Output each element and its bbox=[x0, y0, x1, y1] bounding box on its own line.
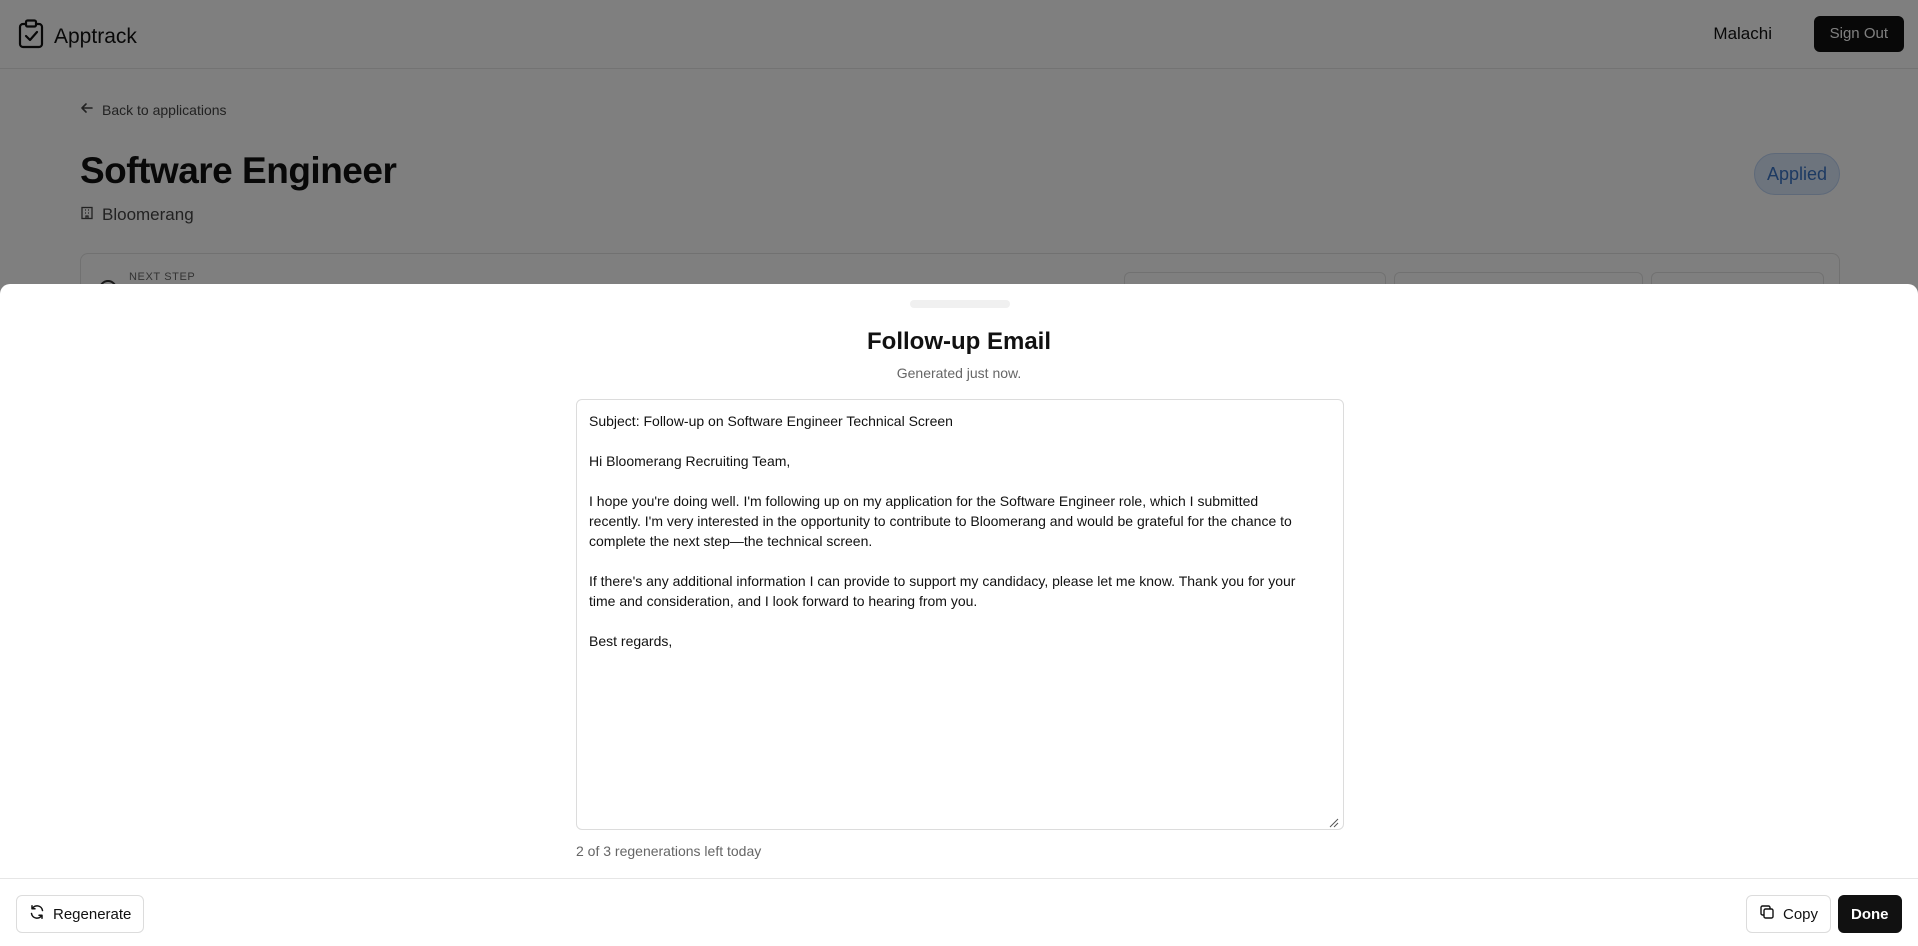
email-paragraph-2-line-1: If there's any additional information I … bbox=[589, 573, 1296, 589]
copy-label: Copy bbox=[1783, 905, 1819, 923]
follow-up-email-sheet: Follow-up Email Generated just now. Subj… bbox=[0, 284, 1918, 946]
email-paragraph-1-line-2: recently. I'm very interested in the opp… bbox=[589, 513, 1292, 529]
regenerate-label: Regenerate bbox=[53, 905, 132, 923]
regenerate-button[interactable]: Regenerate bbox=[16, 895, 145, 933]
resize-handle-icon[interactable] bbox=[1327, 813, 1339, 828]
sheet-subtitle: Generated just now. bbox=[896, 365, 1022, 381]
sheet-title: Follow-up Email bbox=[867, 328, 1051, 355]
refresh-icon bbox=[29, 904, 45, 924]
regenerations-remaining: 2 of 3 regenerations left today bbox=[576, 843, 762, 859]
email-subject: Subject: Follow-up on Software Engineer … bbox=[589, 413, 953, 429]
email-textarea[interactable]: Subject: Follow-up on Software Engineer … bbox=[576, 399, 1344, 830]
sheet-drag-handle[interactable] bbox=[910, 300, 1010, 308]
copy-button[interactable]: Copy bbox=[1746, 895, 1832, 933]
email-paragraph-1-line-3: complete the next step—the technical scr… bbox=[589, 533, 873, 549]
email-paragraph-2-line-2: time and consideration, and I look forwa… bbox=[589, 593, 978, 609]
copy-icon bbox=[1759, 904, 1775, 924]
footer-divider bbox=[0, 878, 1918, 879]
email-greeting: Hi Bloomerang Recruiting Team, bbox=[589, 453, 791, 469]
email-signoff: Best regards, bbox=[589, 633, 673, 649]
done-button[interactable]: Done bbox=[1838, 895, 1902, 933]
email-paragraph-1-line-1: I hope you're doing well. I'm following … bbox=[589, 493, 1259, 509]
